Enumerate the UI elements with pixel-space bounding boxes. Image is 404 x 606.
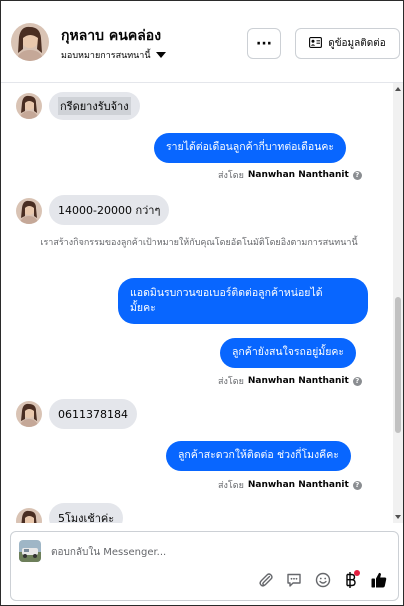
reply-composer: [10, 531, 399, 601]
sender-avatar[interactable]: [16, 198, 42, 224]
message-text: 0611378184: [58, 407, 128, 421]
outgoing-message[interactable]: แอดมินรบกวนขอเบอร์ติดต่อลูกค้าหน่อยได้ ม…: [118, 278, 368, 324]
sent-by-label: ส่งโดย Nanwhan Nanthanit ?: [218, 478, 362, 492]
sender-avatar[interactable]: [16, 401, 42, 427]
conversation-header: กุหลาบ คนคล่อง มอบหมายการสนทนานี้ ··· ดู…: [1, 1, 403, 83]
help-icon[interactable]: ?: [352, 170, 362, 180]
scrollbar-thumb[interactable]: [395, 297, 401, 433]
sender-name: Nanwhan Nanthanit: [247, 480, 349, 490]
assign-label: มอบหมายการสนทนานี้: [61, 51, 151, 61]
caret-down-icon: [155, 52, 166, 58]
help-icon[interactable]: ?: [352, 480, 362, 490]
more-dots-icon: ···: [256, 35, 272, 52]
messenger-conversation-panel: กุหลาบ คนคล่อง มอบหมายการสนทนานี้ ··· ดู…: [0, 0, 404, 606]
outgoing-message[interactable]: ลูกค้าสะดวกให้ติดต่อ ช่วงกี่โมงคีคะ: [166, 441, 351, 471]
system-note: เราสร้างกิจกรรมของลูกค้าเป้าหมายให้กับคุ…: [40, 238, 358, 248]
sender-name: Nanwhan Nanthanit: [247, 376, 349, 386]
paperclip-icon[interactable]: [255, 569, 277, 591]
message-text: กรีดยางรับจ้าง: [58, 97, 131, 115]
contact-name[interactable]: กุหลาบ คนคล่อง: [61, 25, 161, 47]
view-contact-button[interactable]: ดูข้อมูลติดต่อ: [295, 28, 400, 59]
contact-avatar[interactable]: [11, 23, 49, 61]
notification-dot: [354, 570, 360, 576]
chat-bubble-icon[interactable]: [283, 569, 305, 591]
sent-by-label: ส่งโดย Nanwhan Nanthanit ?: [218, 374, 362, 388]
message-text-line1: แอดมินรบกวนขอเบอร์ติดต่อลูกค้าหน่อยได้: [130, 286, 323, 299]
sender-avatar[interactable]: [16, 508, 42, 523]
incoming-message[interactable]: กรีดยางรับจ้าง: [49, 92, 140, 120]
message-text: 5โมงเช้าค่ะ: [58, 512, 115, 523]
chat-scrollbar[interactable]: [393, 83, 403, 523]
scroll-down-icon[interactable]: [395, 515, 401, 519]
page-thumbnail: [19, 540, 41, 562]
message-thread[interactable]: กรีดยางรับจ้าง รายได้ต่อเดือนลูกค้ากี่บา…: [1, 83, 393, 523]
sent-by-prefix: ส่งโดย: [218, 377, 244, 387]
sender-avatar[interactable]: [16, 93, 42, 119]
reply-input[interactable]: [51, 542, 351, 562]
sent-by-prefix: ส่งโดย: [218, 171, 244, 181]
message-text: ลูกค้ายังสนใจรถอยู่มั้ยคะ: [232, 346, 345, 359]
contact-card-icon: [309, 36, 323, 51]
incoming-message[interactable]: 14000-20000 กว่าๆ: [49, 195, 170, 225]
sender-name: Nanwhan Nanthanit: [247, 170, 349, 180]
message-text: 14000-20000 กว่าๆ: [58, 204, 161, 217]
smiley-icon[interactable]: [312, 569, 334, 591]
assign-conversation-dropdown[interactable]: มอบหมายการสนทนานี้: [61, 48, 166, 62]
scroll-up-icon[interactable]: [395, 87, 401, 91]
message-text: ลูกค้าสะดวกให้ติดต่อ ช่วงกี่โมงคีคะ: [178, 449, 339, 462]
sent-by-label: ส่งโดย Nanwhan Nanthanit ?: [218, 168, 362, 182]
outgoing-message[interactable]: ลูกค้ายังสนใจรถอยู่มั้ยคะ: [220, 338, 357, 368]
outgoing-message[interactable]: รายได้ต่อเดือนลูกค้ากี่บาทต่อเดือนคะ: [154, 133, 347, 163]
message-text: รายได้ต่อเดือนลูกค้ากี่บาทต่อเดือนคะ: [166, 141, 335, 154]
sent-by-prefix: ส่งโดย: [218, 481, 244, 491]
help-icon[interactable]: ?: [352, 376, 362, 386]
baht-icon[interactable]: [340, 569, 362, 591]
thumbs-up-icon[interactable]: [368, 569, 390, 591]
message-text-line2: มั้ยคะ: [130, 302, 156, 314]
view-contact-label: ดูข้อมูลติดต่อ: [328, 38, 386, 49]
incoming-message[interactable]: 5โมงเช้าค่ะ: [49, 503, 124, 523]
more-options-button[interactable]: ···: [247, 28, 281, 59]
incoming-message[interactable]: 0611378184: [49, 399, 137, 429]
